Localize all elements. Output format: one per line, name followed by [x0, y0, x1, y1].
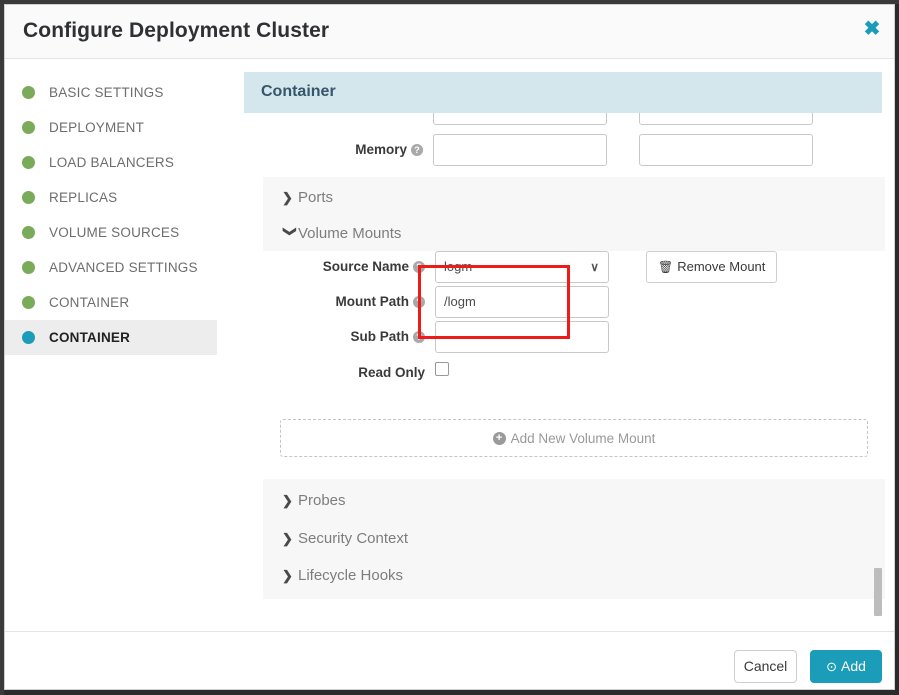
chevron-down-icon: ❯ — [283, 225, 298, 237]
wizard-sidebar: BASIC SETTINGS DEPLOYMENT LOAD BALANCERS… — [5, 59, 217, 355]
sidebar-item-container-1[interactable]: CONTAINER — [5, 285, 217, 320]
mount-path-label-text: Mount Path — [335, 294, 410, 309]
status-dot-icon — [22, 296, 35, 309]
sidebar-item-volume-sources[interactable]: VOLUME SOURCES — [5, 215, 217, 250]
sidebar-item-container-2[interactable]: CONTAINER — [5, 320, 217, 355]
section-header-label: Container — [261, 83, 336, 100]
sub-path-label: Sub Path? — [263, 329, 425, 344]
configure-deployment-cluster-dialog: Configure Deployment Cluster ✖ BASIC SET… — [4, 4, 895, 690]
help-icon[interactable]: ? — [411, 144, 423, 156]
chevron-right-icon: ❯ — [282, 492, 293, 508]
memory-field-row: Memory? — [243, 134, 894, 168]
chevron-right-icon: ❯ — [282, 530, 293, 546]
chevron-down-icon: ∨ — [590, 260, 599, 274]
sidebar-item-label: CONTAINER — [49, 295, 130, 310]
vertical-scrollbar-track[interactable] — [874, 59, 889, 631]
dialog-body: BASIC SETTINGS DEPLOYMENT LOAD BALANCERS… — [5, 59, 894, 631]
sub-path-row: Sub Path? — [263, 321, 885, 353]
collapsible-volume-mounts[interactable]: ❯ Volume Mounts — [282, 225, 401, 242]
vertical-scrollbar-thumb[interactable] — [874, 568, 882, 616]
sub-path-label-text: Sub Path — [350, 329, 409, 344]
plus-circle-icon: + — [492, 431, 506, 445]
close-icon[interactable]: ✖ — [858, 15, 886, 43]
memory-request-input[interactable] — [433, 134, 607, 166]
remove-mount-button[interactable]: 🗑 Remove Mount — [646, 251, 778, 283]
mount-path-row: Mount Path? /logm — [263, 286, 885, 318]
status-dot-icon — [22, 226, 35, 239]
collapsible-security-context[interactable]: ❯ Security Context — [282, 530, 408, 547]
source-name-row: Source Name? logm ∨ 🗑 Remove Mount — [263, 251, 885, 283]
sidebar-item-label: VOLUME SOURCES — [49, 225, 180, 240]
mount-path-label: Mount Path? — [263, 294, 425, 309]
container-panel: Container Memory? ❯ Ports ❯ Volume Mount… — [243, 59, 894, 631]
collapsible-panel-bottom: ❯ Probes ❯ Security Context ❯ Lifecycle … — [263, 479, 885, 599]
section-header-container: Container — [244, 72, 882, 113]
sidebar-item-advanced-settings[interactable]: ADVANCED SETTINGS — [5, 250, 217, 285]
memory-label: Memory? — [243, 142, 423, 157]
help-icon[interactable]: ? — [413, 261, 425, 273]
collapsible-label: Ports — [298, 189, 334, 206]
sidebar-item-replicas[interactable]: REPLICAS — [5, 180, 217, 215]
status-dot-icon — [22, 156, 35, 169]
add-new-volume-mount-button[interactable]: + Add New Volume Mount — [280, 419, 868, 457]
status-dot-icon — [22, 191, 35, 204]
memory-label-text: Memory — [355, 142, 407, 157]
collapsible-probes[interactable]: ❯ Probes — [282, 492, 346, 509]
source-name-value: logm — [444, 259, 473, 274]
chevron-right-icon: ❯ — [282, 189, 293, 205]
page-root: Configure Deployment Cluster ✖ BASIC SET… — [0, 0, 899, 695]
page-title: Configure Deployment Cluster — [23, 19, 330, 42]
sub-path-input[interactable] — [435, 321, 609, 353]
read-only-label: Read Only — [358, 365, 425, 380]
collapsible-label: Lifecycle Hooks — [298, 567, 404, 584]
sidebar-item-label: CONTAINER — [49, 330, 131, 345]
status-dot-icon — [22, 121, 35, 134]
scrolled-off-field-row — [243, 113, 894, 128]
source-name-label: Source Name? — [263, 259, 425, 274]
dialog-footer: Cancel ⊙ Add — [5, 631, 894, 689]
collapsible-panel-top: ❯ Ports ❯ Volume Mounts — [263, 177, 885, 251]
sidebar-item-label: BASIC SETTINGS — [49, 85, 164, 100]
chevron-right-icon: ❯ — [282, 567, 293, 583]
sidebar-item-label: REPLICAS — [49, 190, 118, 205]
status-dot-icon — [22, 86, 35, 99]
help-icon[interactable]: ? — [413, 296, 425, 308]
check-circle-icon: ⊙ — [826, 659, 837, 674]
sidebar-item-load-balancers[interactable]: LOAD BALANCERS — [5, 145, 217, 180]
read-only-checkbox[interactable] — [435, 362, 449, 376]
mount-path-input[interactable]: /logm — [435, 286, 609, 318]
remove-mount-label: Remove Mount — [677, 259, 766, 274]
cancel-button[interactable]: Cancel — [734, 650, 797, 683]
collapsible-label: Security Context — [298, 530, 409, 547]
memory-limit-input[interactable] — [639, 134, 813, 166]
source-name-select[interactable]: logm ∨ — [435, 251, 609, 283]
read-only-row: Read Only — [263, 357, 885, 389]
sidebar-item-label: ADVANCED SETTINGS — [49, 260, 198, 275]
collapsible-ports[interactable]: ❯ Ports — [282, 189, 333, 206]
help-icon[interactable]: ? — [413, 331, 425, 343]
source-name-label-text: Source Name — [322, 259, 409, 274]
add-button[interactable]: ⊙ Add — [810, 650, 882, 683]
sidebar-item-label: LOAD BALANCERS — [49, 155, 175, 170]
collapsible-label: Volume Mounts — [298, 225, 402, 242]
collapsible-lifecycle-hooks[interactable]: ❯ Lifecycle Hooks — [282, 567, 403, 584]
cpu-request-input[interactable] — [433, 113, 607, 125]
collapsible-label: Probes — [298, 492, 346, 509]
dialog-header: Configure Deployment Cluster ✖ — [5, 5, 894, 59]
sidebar-item-label: DEPLOYMENT — [49, 120, 145, 135]
add-button-label: Add — [840, 658, 866, 674]
status-dot-icon — [22, 331, 35, 344]
trash-icon: 🗑 — [658, 260, 674, 274]
sidebar-item-basic-settings[interactable]: BASIC SETTINGS — [5, 75, 217, 110]
status-dot-icon — [22, 261, 35, 274]
add-new-volume-mount-label: Add New Volume Mount — [510, 430, 656, 446]
volume-mount-form: Source Name? logm ∨ 🗑 Remove Mount Mount P… — [263, 251, 885, 461]
cpu-limit-input[interactable] — [639, 113, 813, 125]
sidebar-item-deployment[interactable]: DEPLOYMENT — [5, 110, 217, 145]
